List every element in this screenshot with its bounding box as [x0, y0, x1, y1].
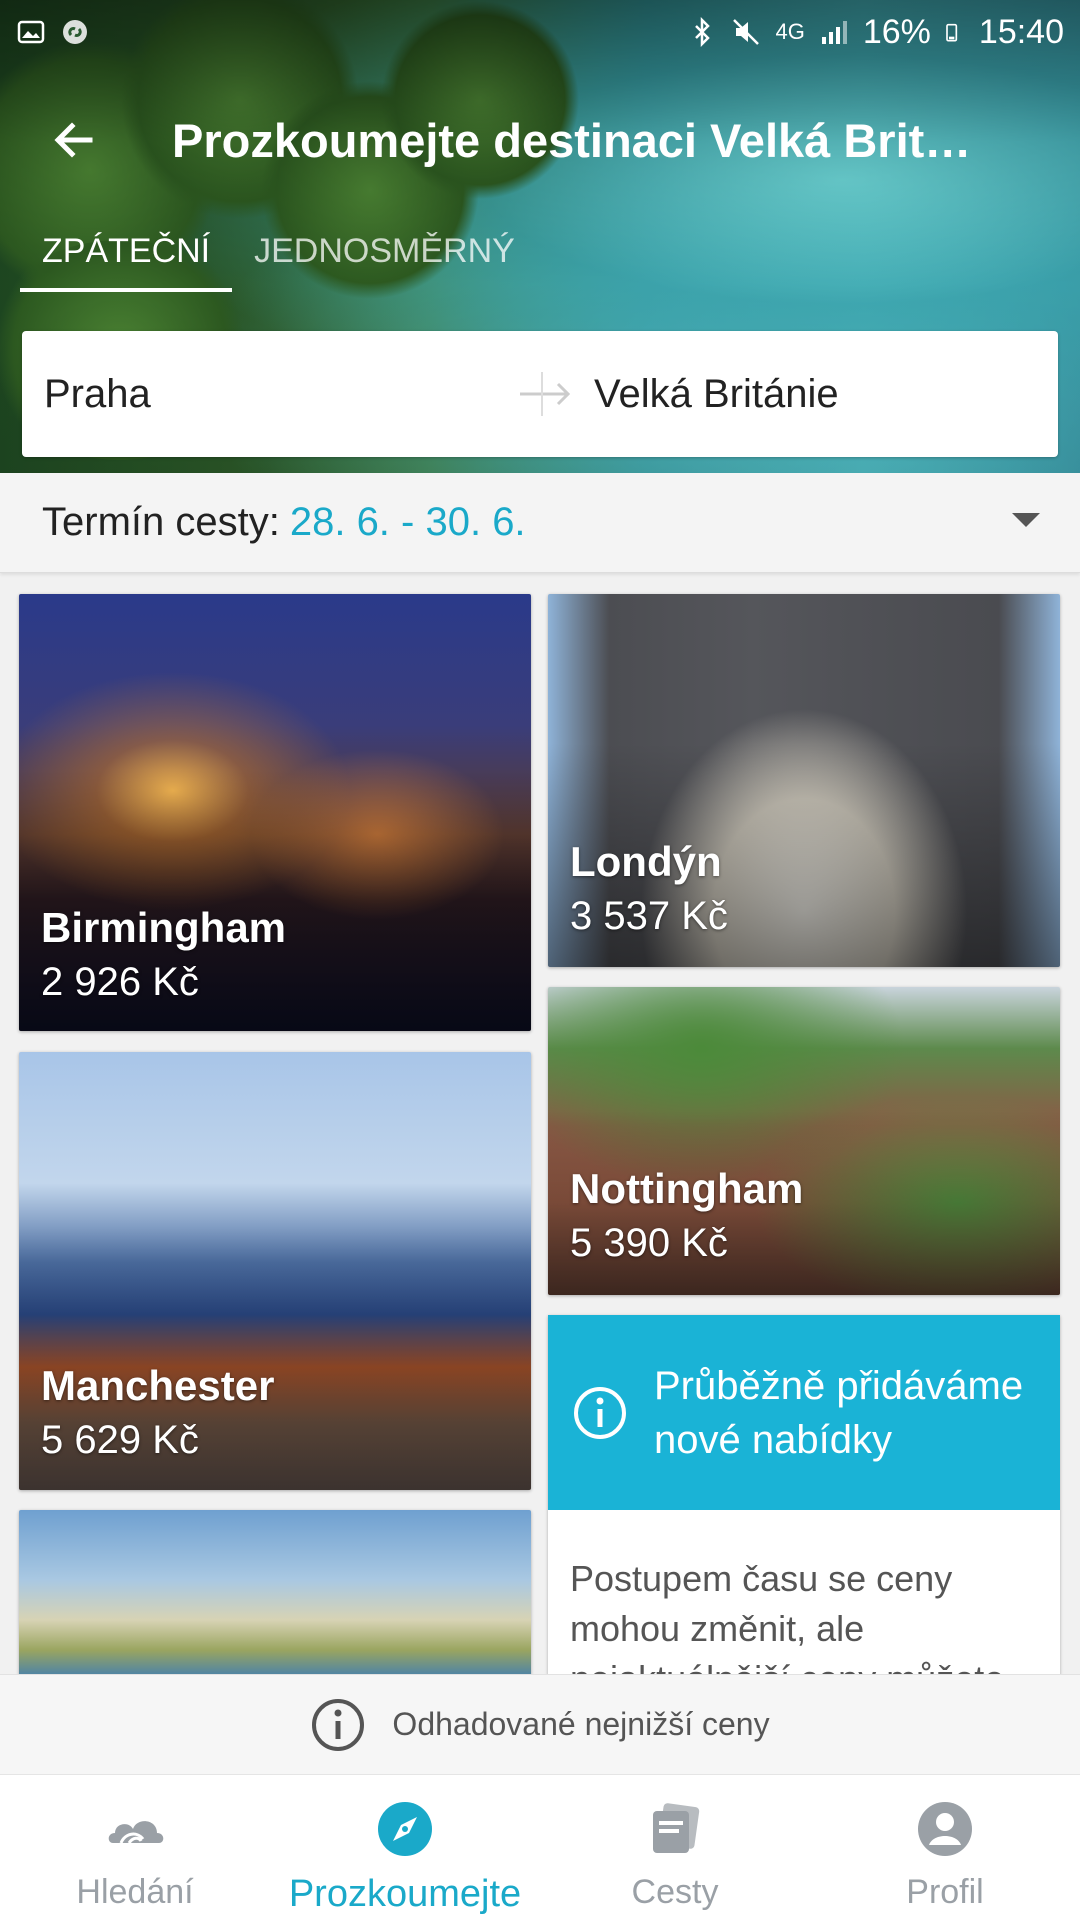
destination-price: 2 926 Kč [41, 960, 199, 1004]
arrow-back-icon [54, 122, 93, 158]
destination-city: Birmingham [41, 904, 287, 951]
gallery-notification-icon [17, 20, 45, 44]
destination-city: Manchester [41, 1362, 275, 1409]
network-type: 4G [775, 19, 805, 44]
destination-price: 5 390 Kč [570, 1221, 728, 1265]
nav-label: Hledání [76, 1873, 194, 1911]
trips-icon [653, 1803, 700, 1853]
back-button[interactable] [34, 100, 114, 180]
destination-city: Londýn [570, 838, 722, 885]
nav-item-trips[interactable]: Cesty [540, 1775, 810, 1920]
shazam-notification-icon [63, 20, 87, 44]
note-text: Odhadované nejnižší ceny [392, 1706, 770, 1742]
bottom-navigation: Hledání Prozkoumejte Cesty Profil [0, 1774, 1080, 1920]
tab-round-trip[interactable]: ZPÁTEČNÍ [20, 222, 233, 292]
app-bar: Prozkoumejte destinaci Velká Brit… [0, 90, 1080, 190]
battery-percent: 16% [862, 12, 931, 51]
explore-screen: 4G 16% 15:40 Prozkoumejte destinaci Velk… [0, 0, 1080, 1920]
destination-card-birmingham[interactable]: Birmingham 2 926 Kč [19, 594, 531, 1031]
battery-icon [946, 23, 958, 42]
info-card-body: Postupem času se ceny mohou změnit, ale … [570, 1558, 1004, 1675]
bluetooth-icon [695, 17, 711, 47]
compass-icon [378, 1802, 432, 1856]
search-cloud-icon [108, 1821, 164, 1844]
estimated-prices-note: Odhadované nejnižší ceny [0, 1674, 1080, 1774]
nav-label: Cesty [631, 1873, 719, 1911]
nav-item-profile[interactable]: Profil [810, 1775, 1080, 1920]
destination-card-nottingham[interactable]: Nottingham 5 390 Kč [548, 987, 1060, 1295]
clock: 15:40 [978, 12, 1064, 51]
info-card-header: Průběžně přidáváme nové nabídky [548, 1315, 1060, 1510]
info-icon [312, 1698, 365, 1751]
dropdown-caret-icon [1012, 513, 1040, 527]
destination-card-manchester[interactable]: Manchester 5 629 Kč [19, 1052, 531, 1490]
date-label: Termín cesty: [42, 500, 280, 544]
destination-card-london[interactable]: Londýn 3 537 Kč [548, 594, 1060, 967]
info-card-title: Průběžně přidáváme nové nabídky [654, 1363, 1024, 1462]
signal-icon [821, 21, 847, 44]
nav-item-explore[interactable]: Prozkoumejte [270, 1775, 540, 1920]
info-icon [574, 1386, 626, 1439]
trip-type-tabs: ZPÁTEČNÍ JEDNOSMĚRNÝ [20, 222, 537, 292]
destination-price: 5 629 Kč [41, 1418, 199, 1462]
mute-icon [733, 19, 760, 45]
info-card: Průběžně přidáváme nové nabídky Postupem… [548, 1315, 1060, 1675]
date-value: 28. 6. - 30. 6. [289, 500, 526, 544]
nav-item-search[interactable]: Hledání [0, 1775, 270, 1920]
origin-field[interactable]: Praha [44, 372, 514, 417]
destination-city: Nottingham [570, 1165, 804, 1212]
page-title: Prozkoumejte destinaci Velká Brit… [172, 113, 972, 167]
travel-date-selector[interactable]: Termín cesty: 28. 6. - 30. 6. [0, 473, 1080, 573]
tab-one-way[interactable]: JEDNOSMĚRNÝ [232, 222, 537, 292]
nav-label: Prozkoumejte [288, 1873, 522, 1915]
nav-label: Profil [906, 1873, 984, 1911]
destination-field[interactable]: Velká Británie [594, 372, 839, 417]
plane-icon [520, 372, 571, 416]
route-selector[interactable]: Praha Velká Británie [22, 331, 1058, 457]
status-bar: 4G 16% 15:40 [0, 0, 1080, 64]
destination-price: 3 537 Kč [570, 894, 728, 938]
profile-icon [918, 1802, 972, 1856]
